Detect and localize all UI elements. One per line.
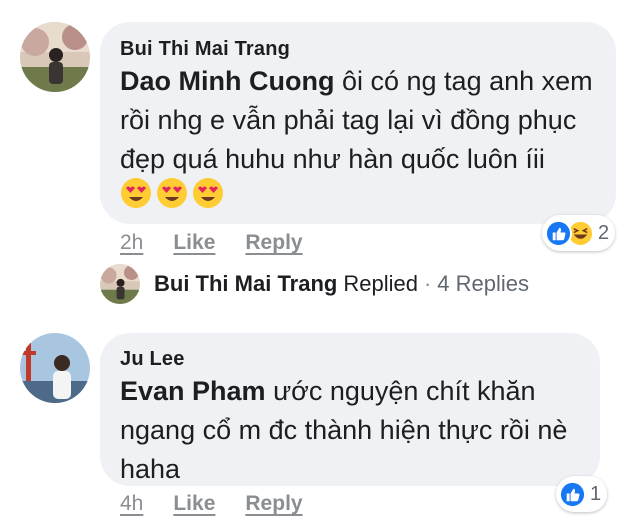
- timestamp-link[interactable]: 4h: [120, 492, 143, 516]
- reply-author: Bui Thi Mai Trang: [154, 271, 338, 296]
- comment-actions-1: 2h Like Reply: [120, 231, 303, 255]
- comment-line: ôi có ng tag anh xem: [341, 66, 593, 96]
- heart-eyes-emoji: [121, 178, 151, 208]
- reaction-count: 1: [590, 482, 602, 505]
- comment-author-1[interactable]: Bui Thi Mai Trang: [120, 38, 290, 61]
- reaction-count: 2: [598, 221, 610, 244]
- view-replies-link[interactable]: Bui Thi Mai Trang Replied · 4 Replies: [154, 271, 529, 297]
- comment-line: rồi nhg e vẫn phải tag lại vì đồng phục: [120, 105, 577, 135]
- heart-eyes-emoji: [157, 178, 187, 208]
- reactions-summary-2[interactable]: 1: [556, 476, 608, 512]
- separator-dot: ·: [423, 271, 432, 296]
- avatar-commenter-2[interactable]: [20, 333, 90, 403]
- heart-eyes-emoji: [193, 178, 223, 208]
- reply-action: Replied: [343, 271, 418, 296]
- reply-count: 4 Replies: [437, 271, 529, 296]
- reactions-summary-1[interactable]: 2: [542, 215, 616, 251]
- reply-button[interactable]: Reply: [245, 231, 302, 255]
- comment-line: ước nguyện chít khăn: [273, 376, 536, 406]
- like-icon: [559, 480, 586, 508]
- like-button[interactable]: Like: [173, 492, 215, 516]
- like-icon: [545, 219, 572, 247]
- comment-line: đẹp quá huhu như hàn quốc luôn íii: [120, 144, 545, 174]
- avatar-commenter-1[interactable]: [20, 22, 90, 92]
- comment-line: haha: [120, 454, 181, 484]
- mention-link-2[interactable]: Evan Pham: [120, 376, 266, 406]
- avatar-reply-summary[interactable]: [100, 264, 140, 304]
- timestamp-link[interactable]: 2h: [120, 231, 143, 255]
- like-button[interactable]: Like: [173, 231, 215, 255]
- comment-line: ngang cổ m đc thành hiện thực rồi nè: [120, 415, 568, 445]
- mention-link-1[interactable]: Dao Minh Cuong: [120, 66, 334, 96]
- comment-text-1: Dao Minh Cuong ôi có ng tag anh xem rồi …: [120, 62, 600, 179]
- emoji-row: [120, 177, 224, 209]
- comment-actions-2: 4h Like Reply: [120, 492, 303, 516]
- comment-text-2: Evan Pham ước nguyện chít khăn ngang cổ …: [120, 372, 590, 489]
- reply-button[interactable]: Reply: [245, 492, 302, 516]
- comment-author-2[interactable]: Ju Lee: [120, 348, 185, 371]
